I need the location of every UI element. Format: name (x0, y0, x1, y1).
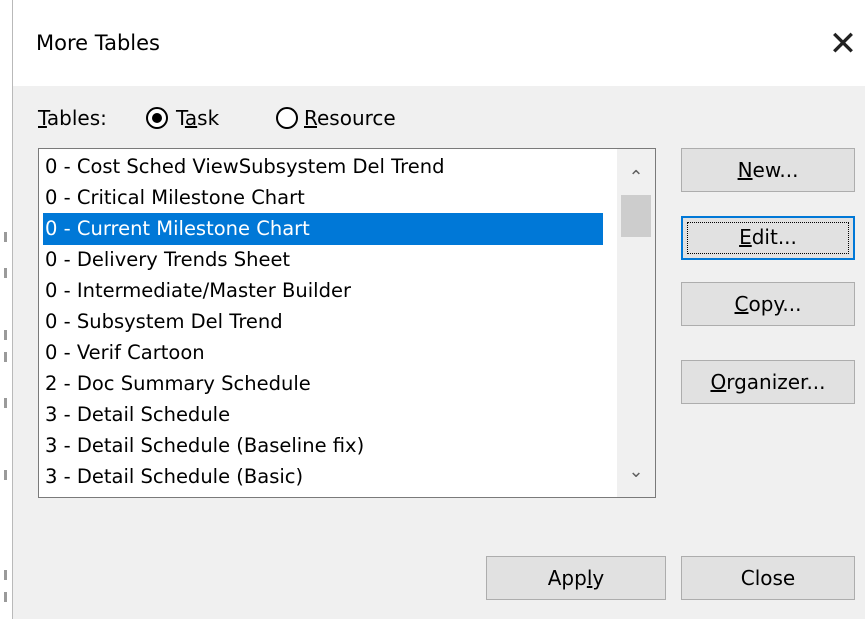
tables-label: Tables: (38, 106, 107, 130)
copy-button[interactable]: Copy... (681, 282, 855, 326)
tables-list-scrollbar[interactable]: ⌃ ⌄ (617, 149, 655, 497)
background-window-edge (0, 0, 13, 619)
new-button-label: New... (737, 158, 799, 182)
edit-button-label: Edit... (739, 225, 797, 249)
tables-list[interactable]: 0 - Cost Sched ViewSubsystem Del Trend 0 … (38, 148, 656, 498)
new-button[interactable]: New... (681, 148, 855, 192)
table-list-item[interactable]: 0 - Subsystem Del Trend (43, 306, 603, 338)
more-tables-dialog: More Tables ✕ Tables: Task Resource 0 - … (13, 0, 865, 619)
copy-button-label: Copy... (734, 292, 802, 316)
title-bar: More Tables ✕ (13, 0, 865, 86)
table-list-item[interactable]: 3 - Detail Schedule (Basic) (43, 461, 603, 493)
background-mark (4, 232, 7, 242)
scrollbar-thumb[interactable] (621, 195, 651, 237)
resource-radio[interactable] (276, 107, 298, 129)
apply-button[interactable]: Apply (486, 556, 666, 600)
task-radio[interactable] (146, 107, 168, 129)
task-radio-dot (152, 113, 162, 123)
organizer-button[interactable]: Organizer... (681, 360, 855, 404)
table-list-item[interactable]: 0 - Delivery Trends Sheet (43, 244, 603, 276)
resource-radio-label[interactable]: Resource (304, 106, 396, 130)
background-mark (4, 592, 7, 602)
apply-button-label: Apply (547, 566, 605, 590)
table-list-item[interactable]: 0 - Current Milestone Chart (43, 213, 603, 245)
dialog-title: More Tables (36, 31, 160, 55)
close-icon[interactable]: ✕ (825, 24, 861, 64)
background-mark (4, 398, 7, 408)
chevron-down-icon[interactable]: ⌄ (617, 457, 655, 487)
table-list-item[interactable]: 2 - Doc Summary Schedule (43, 368, 603, 400)
table-list-item[interactable]: 3 - Detail Schedule (43, 399, 603, 431)
organizer-button-label: Organizer... (710, 370, 826, 394)
table-list-item[interactable]: 0 - Verif Cartoon (43, 337, 603, 369)
table-list-item[interactable]: 0 - Cost Sched ViewSubsystem Del Trend (43, 151, 603, 183)
table-list-item[interactable]: 0 - Intermediate/Master Builder (43, 275, 603, 307)
edit-button[interactable]: Edit... (681, 216, 855, 260)
table-list-item[interactable]: 3 - Detail Schedule (Baseline fix) (43, 430, 603, 462)
background-mark (4, 268, 7, 278)
close-button-label: Close (740, 566, 796, 590)
background-mark (4, 570, 7, 580)
background-mark (4, 470, 7, 480)
table-list-item[interactable]: 0 - Critical Milestone Chart (43, 182, 603, 214)
close-button[interactable]: Close (681, 556, 855, 600)
background-mark (4, 352, 7, 362)
chevron-up-icon[interactable]: ⌃ (617, 163, 655, 193)
background-mark (4, 330, 7, 340)
task-radio-label[interactable]: Task (176, 106, 219, 130)
